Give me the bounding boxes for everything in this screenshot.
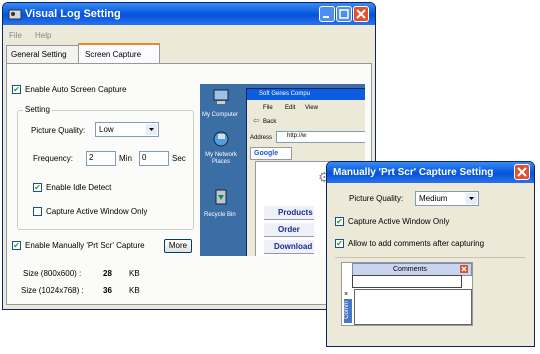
dialog-active-window-label: Capture Active Window Only — [348, 217, 450, 226]
address-field: http://w — [276, 131, 365, 143]
picture-quality-select[interactable]: Low — [95, 122, 159, 137]
tab-screen-capture[interactable]: Screen Capture — [78, 43, 160, 65]
dialog-close-button[interactable] — [514, 164, 530, 180]
main-window: Visual Log Setting File Help General Set… — [2, 2, 376, 310]
chevron-down-icon[interactable] — [146, 124, 157, 135]
minutes-unit-label: Min — [119, 154, 132, 163]
size-1024-value: 36 — [103, 286, 112, 295]
nav-link-products-label: Products — [278, 208, 313, 217]
active-window-label: Capture Active Window Only — [46, 207, 148, 216]
browser-menu-edit: Edit — [285, 105, 296, 111]
tab-general-setting-label: General Setting — [11, 50, 67, 59]
enable-manual-capture-label: Enable Manually 'Prt Scr' Capture — [25, 241, 145, 250]
picture-quality-value: Low — [99, 125, 114, 134]
manual-dialog-title: Manually 'Prt Scr' Capture Setting — [333, 167, 494, 178]
recycle-bin-icon — [212, 186, 230, 208]
idle-detect-checkbox[interactable]: ✔ — [33, 183, 42, 192]
comments-textarea — [352, 275, 462, 288]
enable-auto-capture-label: Enable Auto Screen Capture — [25, 85, 127, 94]
allow-comments-label: Allow to add comments after capturing — [348, 239, 485, 248]
nav-link-order-label: Order — [278, 225, 300, 234]
address-label: Address — [250, 135, 273, 141]
dialog-picture-quality-value: Medium — [419, 194, 448, 203]
comments-side-close-icon: × — [344, 291, 349, 298]
nav-link-download: Download — [264, 240, 314, 254]
google-label: Google — [254, 150, 279, 157]
browser-title: Soft Genes Compu — [259, 91, 311, 97]
frequency-seconds-input[interactable]: 0 — [139, 151, 169, 166]
nav-link-order: Order — [264, 223, 314, 237]
network-places-label: My Network Places — [205, 152, 237, 165]
browser-titlebar: Soft Genes Compu — [247, 89, 365, 100]
size-800-value: 28 — [103, 269, 112, 278]
main-titlebar[interactable]: Visual Log Setting — [3, 3, 375, 25]
frequency-minutes-value: 2 — [89, 153, 94, 162]
back-label: Back — [263, 119, 277, 125]
app-icon — [8, 7, 22, 21]
enable-manual-capture-checkbox[interactable]: ✔ — [12, 241, 21, 250]
frequency-minutes-input[interactable]: 2 — [86, 151, 116, 166]
maximize-button[interactable] — [336, 6, 352, 22]
manual-dialog-titlebar[interactable]: Manually 'Prt Scr' Capture Setting — [327, 162, 534, 183]
comments-close-icon — [460, 265, 468, 273]
minimize-button[interactable] — [319, 6, 335, 22]
dialog-active-window-checkbox[interactable]: ✔ — [335, 217, 344, 226]
comments-side-label: Comm — [343, 301, 350, 319]
google-toolbar: Google — [250, 147, 292, 160]
menu-help[interactable]: Help — [35, 31, 51, 41]
dialog-picture-quality-label: Picture Quality: — [349, 194, 404, 203]
nav-link-products: Products — [264, 206, 314, 220]
my-computer-icon — [212, 88, 230, 108]
address-value: http://w — [287, 133, 307, 139]
nav-link-download-label: Download — [274, 242, 313, 251]
seconds-unit-label: Sec — [172, 154, 186, 163]
close-button[interactable] — [353, 6, 369, 22]
divider — [335, 257, 525, 258]
comments-side-tab: Comm — [344, 299, 352, 323]
my-computer-label: My Computer — [202, 112, 239, 118]
tab-general-setting[interactable]: General Setting — [6, 45, 80, 63]
comments-body — [354, 289, 472, 325]
size-1024-label: Size (1024x768) : — [21, 286, 84, 295]
comments-preview: Comments × Comm — [341, 262, 473, 326]
frequency-label: Frequency: — [33, 154, 74, 163]
tab-screen-capture-label: Screen Capture — [85, 50, 142, 59]
frequency-seconds-value: 0 — [142, 153, 147, 162]
comments-title: Comments — [393, 266, 427, 273]
active-window-checkbox[interactable] — [33, 207, 42, 216]
recycle-bin-label: Recycle Bin — [204, 212, 236, 218]
dialog-chevron-down-icon[interactable] — [466, 193, 477, 204]
setting-group-title: Setting — [23, 105, 52, 115]
manual-capture-dialog: Manually 'Prt Scr' Capture Setting Pictu… — [326, 161, 535, 347]
more-button-label: More — [168, 241, 188, 250]
browser-menu-file: File — [263, 105, 273, 111]
size-800-unit: KB — [129, 269, 140, 278]
picture-quality-label: Picture Quality: — [31, 126, 86, 135]
menu-file[interactable]: File — [9, 31, 22, 41]
network-places-icon — [212, 130, 230, 150]
dialog-picture-quality-select[interactable]: Medium — [415, 191, 479, 206]
back-arrow-icon: ⇦ — [253, 116, 260, 125]
idle-detect-label: Enable Idle Detect — [46, 183, 112, 192]
browser-menu-view: View — [305, 105, 318, 111]
main-window-title: Visual Log Setting — [25, 8, 121, 20]
more-button[interactable]: More — [164, 239, 192, 253]
allow-comments-checkbox[interactable]: ✔ — [335, 239, 344, 248]
size-800-label: Size (800x600) : — [23, 269, 82, 278]
enable-auto-capture-checkbox[interactable]: ✔ — [12, 85, 21, 94]
size-1024-unit: KB — [129, 286, 140, 295]
